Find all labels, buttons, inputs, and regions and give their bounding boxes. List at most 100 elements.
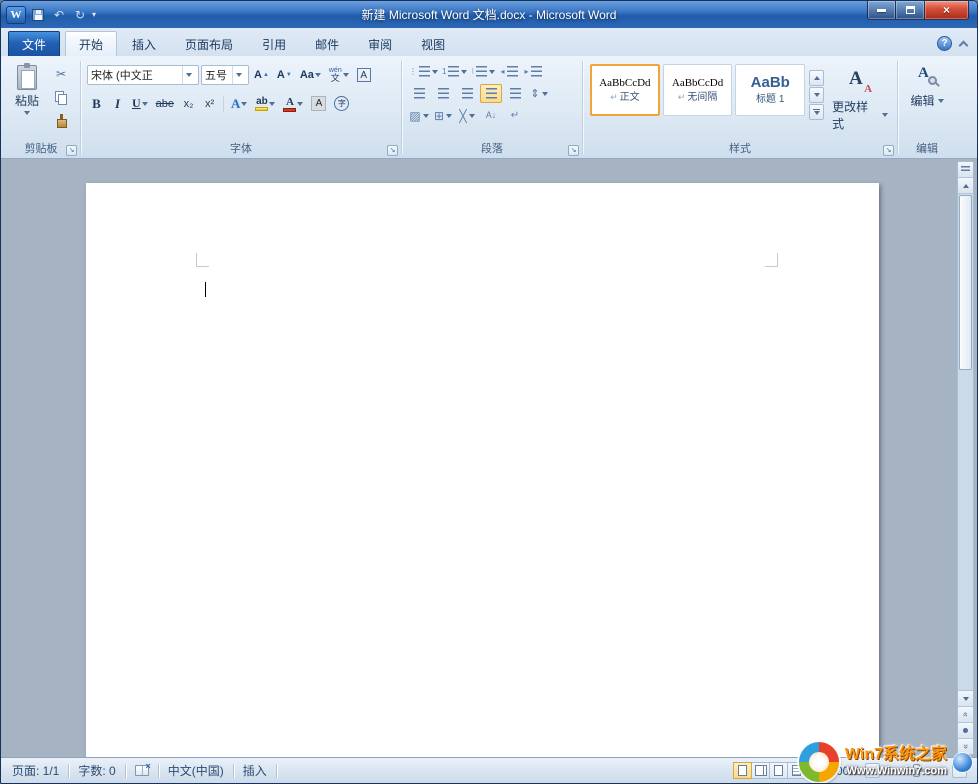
tab-mailings[interactable]: 邮件 (301, 31, 353, 56)
align-center-button[interactable] (432, 84, 454, 103)
style-no-spacing[interactable]: AaBbCcDd ↵无间隔 (663, 64, 733, 116)
font-name-combo[interactable]: 宋体 (中文正 (87, 65, 199, 85)
word-count[interactable]: 字数: 0 (69, 758, 124, 783)
word-logo-icon[interactable]: W (6, 6, 26, 24)
save-button[interactable] (29, 6, 47, 23)
tab-home[interactable]: 开始 (65, 31, 117, 56)
cut-button[interactable]: ✂ (49, 64, 73, 84)
font-color-icon: A (283, 96, 296, 112)
multilevel-list-button[interactable]: ⁝ (470, 62, 496, 81)
ruler-toggle-button[interactable] (958, 162, 973, 178)
styles-more-button[interactable] (809, 104, 824, 120)
word-window: 新建 Microsoft Word 文档.docx - Microsoft Wo… (0, 0, 978, 784)
help-icon[interactable]: ? (937, 36, 952, 51)
text-effects-button[interactable]: A (228, 94, 250, 113)
change-styles-button[interactable]: AA 更改样式 (827, 64, 893, 132)
tab-review[interactable]: 审阅 (354, 31, 406, 56)
font-size-dropdown-icon[interactable] (232, 66, 245, 84)
save-icon (32, 9, 44, 21)
sort-icon: A↓ (486, 111, 497, 120)
web-layout-icon (774, 765, 783, 776)
undo-button[interactable]: ↶ (50, 6, 68, 23)
distributed-button[interactable] (504, 84, 526, 103)
phonetic-guide-icon: wén文 (329, 67, 342, 83)
view-print-layout-button[interactable] (733, 762, 752, 779)
shading-button[interactable]: ▨ (408, 106, 430, 125)
scroll-up-button[interactable] (958, 178, 973, 194)
font-size-combo[interactable]: 五号 (201, 65, 249, 85)
phonetic-guide-button[interactable]: wén文 (326, 66, 352, 85)
enclose-characters-button[interactable]: 字 (331, 94, 352, 113)
redo-icon: ↻ (75, 8, 85, 22)
align-center-icon (438, 88, 449, 99)
paragraph-dialog-launcher[interactable]: ↘ (568, 145, 579, 156)
vertical-scrollbar[interactable]: « « (957, 161, 974, 755)
increase-indent-button[interactable]: ▸ (522, 62, 544, 81)
format-painter-button[interactable] (49, 110, 73, 130)
font-color-button[interactable]: A (280, 94, 306, 113)
minimize-button[interactable] (867, 1, 896, 20)
strikethrough-button[interactable]: abe (153, 94, 177, 113)
view-fullscreen-button[interactable] (751, 762, 770, 779)
grow-font-button[interactable]: A▲ (251, 66, 272, 85)
previous-page-button[interactable]: « (958, 706, 973, 722)
superscript-button[interactable]: x² (200, 94, 219, 113)
customize-qat-button[interactable]: ▾ (92, 10, 96, 19)
window-title: 新建 Microsoft Word 文档.docx - Microsoft Wo… (1, 6, 977, 23)
styles-scroll-up-button[interactable] (809, 70, 824, 86)
justify-button[interactable] (480, 84, 502, 103)
character-shading-button[interactable]: A (308, 94, 329, 113)
align-right-button[interactable] (456, 84, 478, 103)
tab-file[interactable]: 文件 (8, 31, 60, 56)
select-browse-object-button[interactable] (958, 722, 973, 738)
bullets-button[interactable]: ⋮ (408, 62, 439, 81)
font-dialog-launcher[interactable]: ↘ (387, 145, 398, 156)
editing-button[interactable]: A 编辑 (905, 58, 948, 142)
close-button[interactable]: × (924, 1, 969, 20)
document-page[interactable] (86, 183, 879, 757)
character-border-button[interactable]: A (354, 66, 374, 85)
styles-dialog-launcher[interactable]: ↘ (883, 145, 894, 156)
style-normal[interactable]: AaBbCcDd ↵正文 (590, 64, 660, 116)
underline-button[interactable]: U (129, 94, 151, 113)
numbering-button[interactable]: 1 (441, 62, 468, 81)
insert-mode-indicator[interactable]: 插入 (234, 758, 276, 783)
tab-view[interactable]: 视图 (407, 31, 459, 56)
tab-insert[interactable]: 插入 (118, 31, 170, 56)
page-indicator[interactable]: 页面: 1/1 (3, 758, 68, 783)
collapse-ribbon-icon[interactable] (959, 41, 969, 51)
styles-scroll-down-button[interactable] (809, 87, 824, 103)
copy-button[interactable] (49, 87, 73, 107)
font-name-dropdown-icon[interactable] (182, 66, 195, 84)
maximize-button[interactable] (896, 1, 924, 20)
line-spacing-button[interactable]: ⇕ (528, 84, 550, 103)
font-group: 宋体 (中文正 五号 A▲ A▼ Aa wén文 A (82, 58, 400, 158)
tab-page-layout[interactable]: 页面布局 (171, 31, 247, 56)
scroll-down-button[interactable] (958, 690, 973, 706)
style-heading1[interactable]: AaBb 标题 1 (735, 64, 805, 116)
paragraph-group: ⋮ 1 ⁝ ◂ ▸ ⇕ ▨ ⊞ ╳ A (403, 58, 581, 158)
highlight-color-button[interactable]: ab (252, 94, 278, 113)
change-case-button[interactable]: Aa (297, 66, 324, 85)
close-icon: × (943, 3, 950, 17)
asian-layout-button[interactable]: ╳ (456, 106, 478, 125)
decrease-indent-button[interactable]: ◂ (498, 62, 520, 81)
view-web-layout-button[interactable] (769, 762, 788, 779)
borders-button[interactable]: ⊞ (432, 106, 454, 125)
paste-button[interactable]: 粘贴 (7, 61, 47, 142)
italic-button[interactable]: I (108, 94, 127, 113)
clipboard-dialog-launcher[interactable]: ↘ (66, 145, 77, 156)
scrollbar-track[interactable] (958, 371, 973, 690)
bold-button[interactable]: B (87, 94, 106, 113)
redo-button[interactable]: ↻ (71, 6, 89, 23)
shrink-font-button[interactable]: A▼ (274, 66, 295, 85)
styles-group: AaBbCcDd ↵正文 AaBbCcDd ↵无间隔 AaBb 标题 1 (584, 58, 896, 158)
scrollbar-thumb[interactable] (959, 195, 972, 370)
sort-button[interactable]: A↓ (480, 106, 502, 125)
show-marks-button[interactable]: ↵ (504, 106, 526, 125)
subscript-button[interactable]: x₂ (179, 94, 198, 113)
proofing-status-button[interactable]: × (126, 758, 158, 783)
align-left-button[interactable] (408, 84, 430, 103)
language-indicator[interactable]: 中文(中国) (159, 758, 233, 783)
tab-references[interactable]: 引用 (248, 31, 300, 56)
